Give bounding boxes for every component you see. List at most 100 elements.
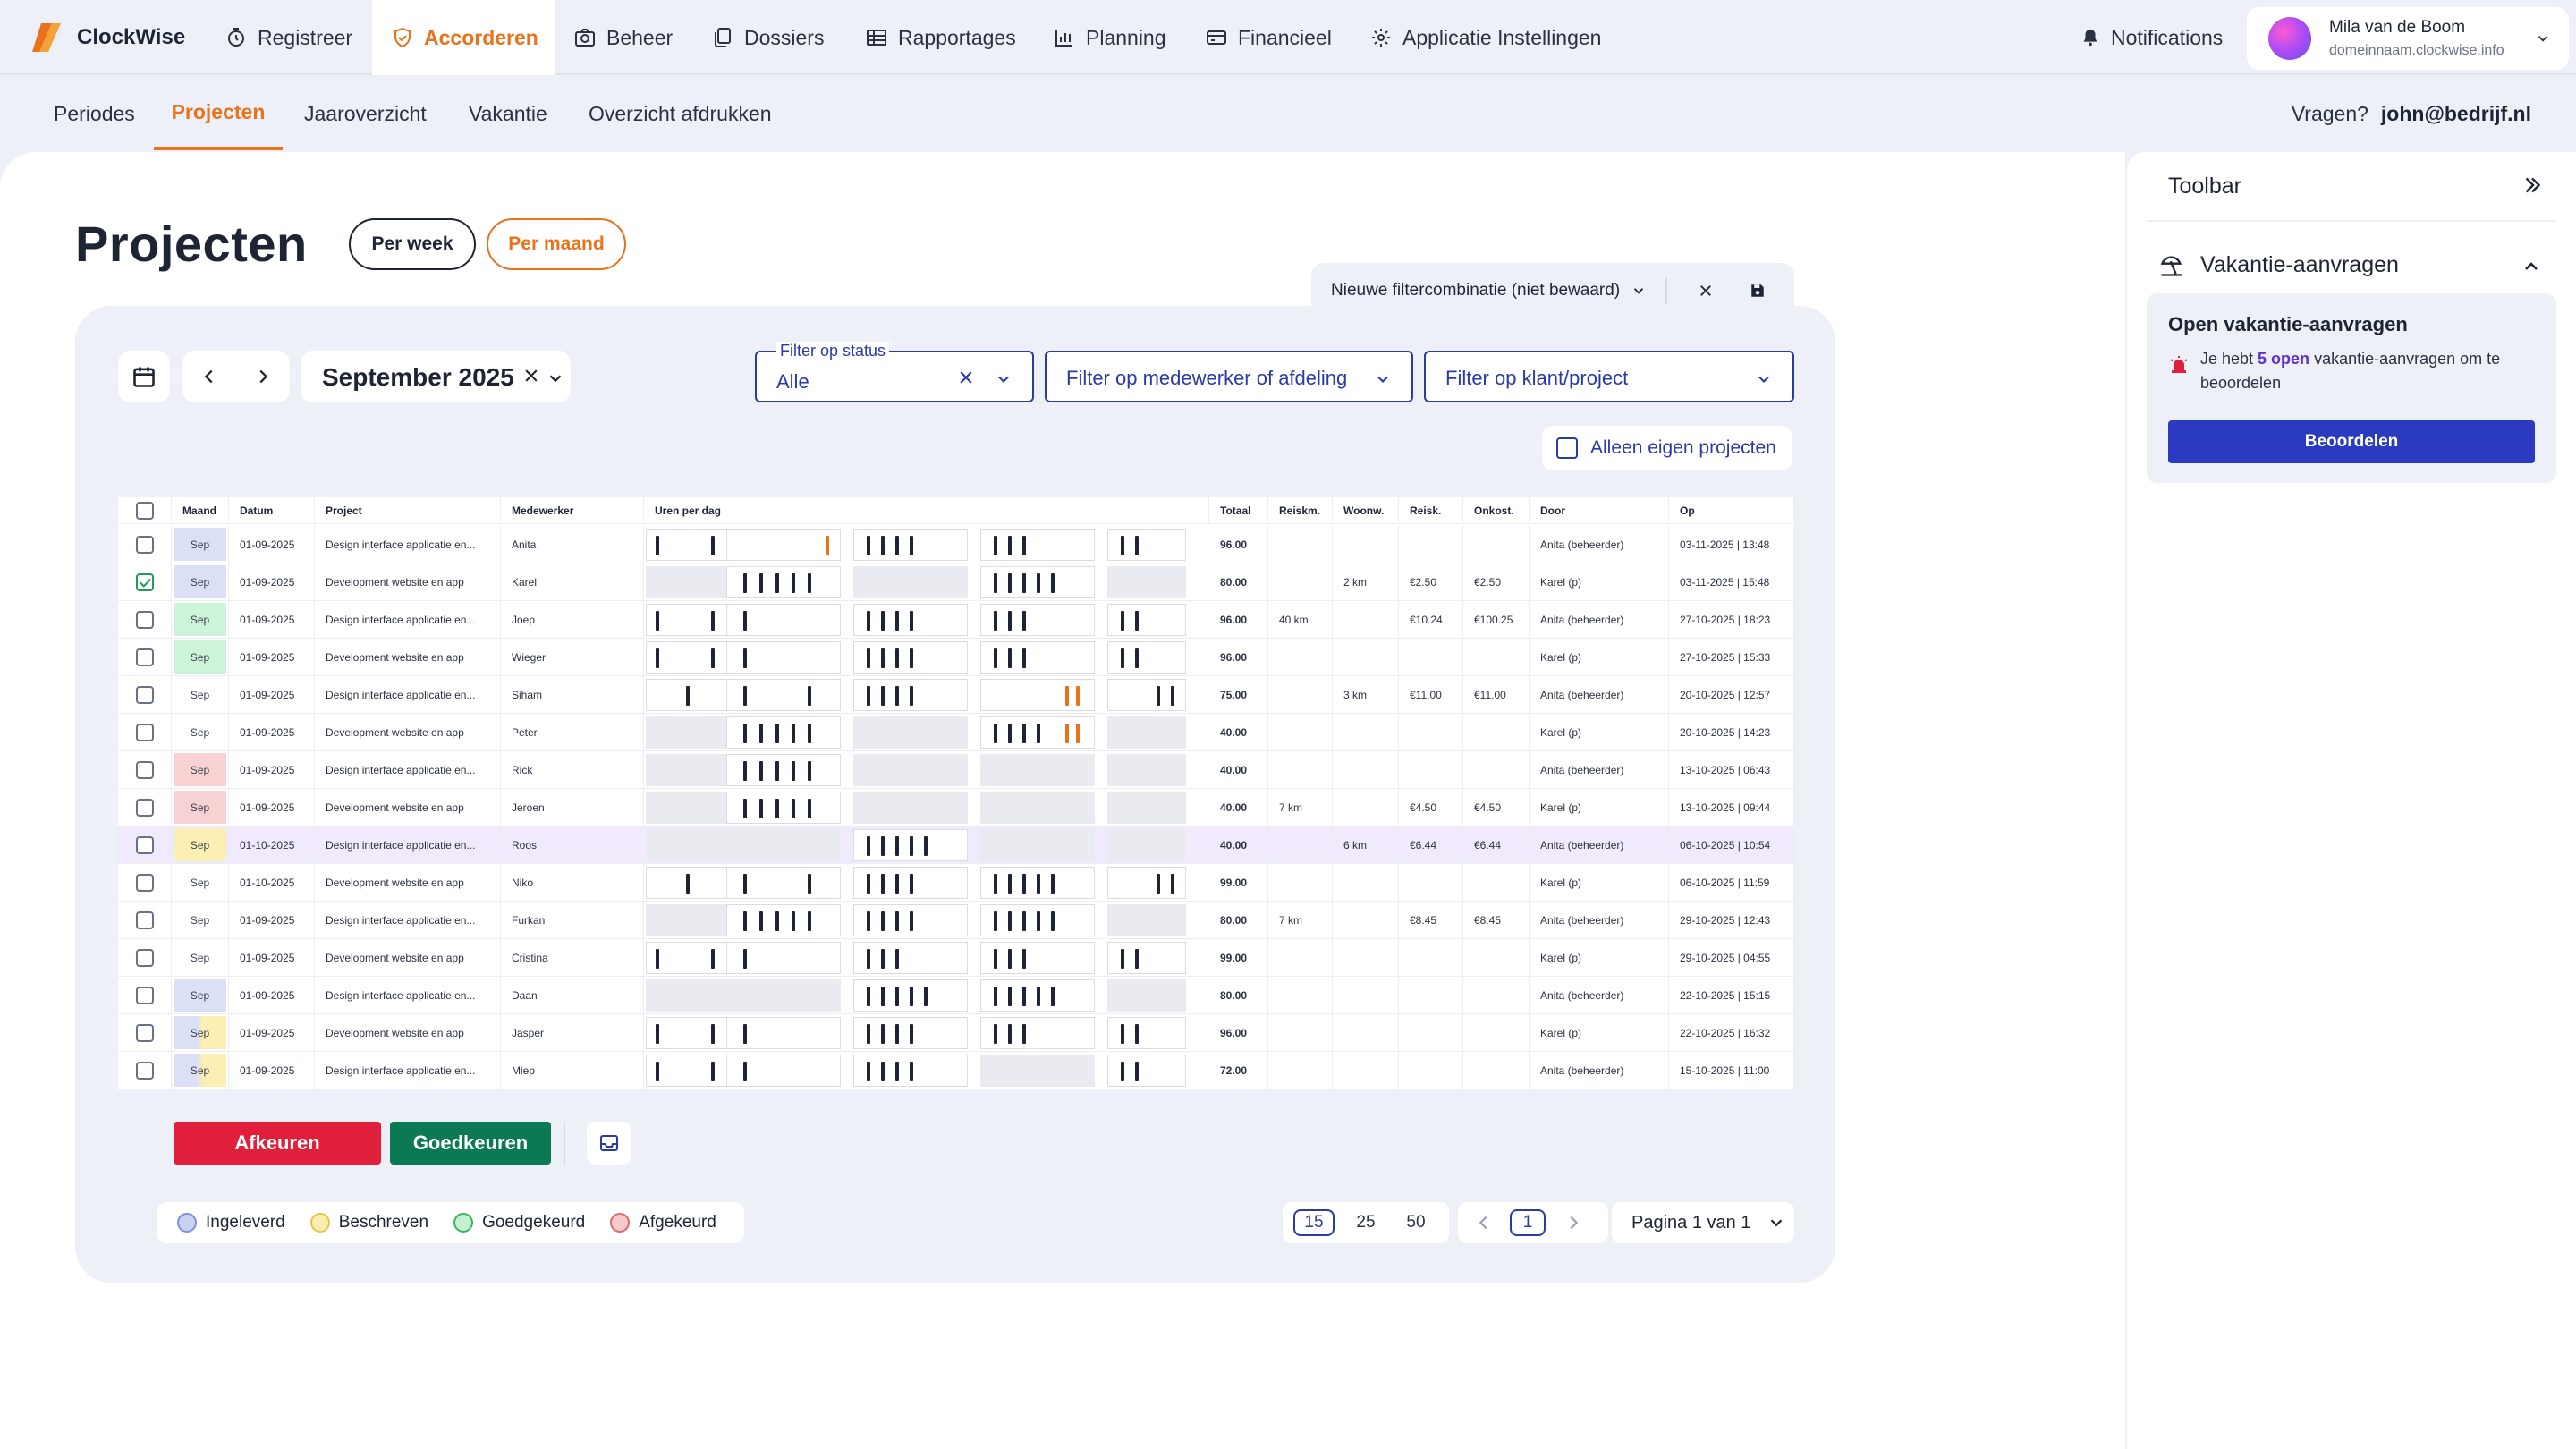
app-logo[interactable]: ClockWise <box>29 20 185 55</box>
filter-combination-select[interactable]: Nieuwe filtercombinatie (niet bewaard) <box>1331 281 1647 301</box>
woonw-cell <box>1343 751 1399 788</box>
nav-item-planning[interactable]: Planning <box>1054 0 1166 75</box>
row-checkbox[interactable] <box>135 873 154 892</box>
tab-jaaroverzicht[interactable]: Jaaroverzicht <box>304 77 427 150</box>
reisk-cell <box>1410 977 1463 1013</box>
own-projects-toggle[interactable]: Alleen eigen projecten <box>1542 426 1792 470</box>
calendar-button[interactable] <box>118 351 170 402</box>
chevron-left-icon[interactable] <box>1474 1213 1494 1233</box>
hours-bar <box>1135 648 1139 668</box>
table-row[interactable]: Sep 01-09-2025 Design interface applicatie… <box>118 1052 1794 1089</box>
hours-bar <box>895 686 899 706</box>
row-checkbox[interactable] <box>135 798 154 817</box>
own-projects-checkbox[interactable] <box>1556 437 1578 459</box>
status-filter[interactable]: Filter op status Alle <box>755 342 1034 402</box>
row-checkbox[interactable] <box>135 760 154 779</box>
nav-item-beheer[interactable]: Beheer <box>574 0 673 75</box>
project-cell: Design interface applicatie en... <box>326 977 501 1013</box>
nav-item-dossiers[interactable]: Dossiers <box>712 0 824 75</box>
current-page-button[interactable]: 1 <box>1510 1209 1546 1236</box>
table-row[interactable]: Sep 01-09-2025 Development website en app J… <box>118 789 1794 826</box>
save-filter-combination-button[interactable] <box>1744 277 1771 304</box>
chevron-left-icon[interactable] <box>199 367 219 386</box>
maand-cell: Sep <box>172 676 229 713</box>
collapse-toolbar-icon[interactable] <box>2521 174 2544 197</box>
hours-bar <box>1022 611 1026 631</box>
nav-item-financieel[interactable]: Financieel <box>1206 0 1332 75</box>
approve-button[interactable]: Goedkeuren <box>390 1122 551 1165</box>
shield-check-icon <box>394 27 411 48</box>
close-icon[interactable] <box>522 367 540 385</box>
notifications-button[interactable]: Notifications <box>2080 0 2223 75</box>
row-checkbox[interactable] <box>135 986 154 1004</box>
row-checkbox[interactable] <box>135 723 154 741</box>
table-row[interactable]: Sep 01-10-2025 Design interface applicatie… <box>118 826 1794 864</box>
hours-bar <box>743 1024 747 1044</box>
table-row[interactable]: Sep 01-10-2025 Development website en app N… <box>118 864 1794 902</box>
chevron-up-icon[interactable] <box>2521 256 2542 277</box>
status-filter-value: Alle <box>776 370 809 393</box>
hours-bar <box>775 799 779 818</box>
table-row[interactable]: Sep 01-09-2025 Development website en app J… <box>118 1014 1794 1052</box>
reiskm-cell <box>1279 939 1333 976</box>
clear-filter-combination-button[interactable] <box>1692 277 1719 304</box>
table-row[interactable]: Sep 01-09-2025 Design interface applicatie… <box>118 977 1794 1014</box>
chevron-right-icon[interactable] <box>253 367 273 386</box>
nav-item-rapportages[interactable]: Rapportages <box>866 0 1016 75</box>
onkost-cell: €100.25 <box>1474 601 1530 638</box>
tab-projecten[interactable]: Projecten <box>154 77 283 150</box>
user-menu[interactable]: Mila van de Boom domeinnaam.clockwise.in… <box>2247 7 2569 70</box>
hours-bar <box>775 724 779 743</box>
row-checkbox[interactable] <box>135 572 154 591</box>
inbox-button[interactable] <box>587 1122 631 1165</box>
vacation-requests-section-header[interactable]: Vakantie-aanvragen <box>2159 252 2399 278</box>
table-row[interactable]: Sep 01-09-2025 Development website en app W… <box>118 639 1794 676</box>
employee-filter[interactable]: Filter op medewerker of afdeling <box>1045 351 1413 402</box>
nav-item-registreer[interactable]: Registreer <box>225 0 352 75</box>
page-select[interactable]: Pagina 1 van 1 <box>1612 1202 1794 1243</box>
row-checkbox[interactable] <box>135 685 154 704</box>
tab-periodes[interactable]: Periodes <box>54 77 135 150</box>
table-row[interactable]: Sep 01-09-2025 Design interface applicatie… <box>118 526 1794 564</box>
page-size-option[interactable]: 25 <box>1345 1209 1386 1236</box>
table-row[interactable]: Sep 01-09-2025 Design interface applicatie… <box>118 751 1794 789</box>
close-icon[interactable] <box>957 369 975 386</box>
chevron-down-icon <box>998 376 1009 383</box>
period-select[interactable]: September 2025 <box>301 351 571 402</box>
view-per-week-button[interactable]: Per week <box>349 218 476 270</box>
page-size-option[interactable]: 15 <box>1293 1209 1335 1236</box>
table-row[interactable]: Sep 01-09-2025 Development website en app P… <box>118 714 1794 751</box>
week-hours-block <box>646 904 730 936</box>
row-checkbox[interactable] <box>135 911 154 929</box>
row-checkbox[interactable] <box>135 535 154 554</box>
tab-overzicht-afdrukken[interactable]: Overzicht afdrukken <box>589 77 772 150</box>
row-checkbox[interactable] <box>135 1023 154 1042</box>
legend-label: Beschreven <box>338 1213 429 1232</box>
tab-label: Periodes <box>54 101 135 125</box>
row-checkbox[interactable] <box>135 948 154 967</box>
nav-item-applicatie-instellingen[interactable]: Applicatie Instellingen <box>1370 0 1601 75</box>
row-checkbox[interactable] <box>135 835 154 854</box>
maand-cell: Sep <box>172 639 229 675</box>
tab-vakantie[interactable]: Vakantie <box>469 77 547 150</box>
datum-cell: 01-09-2025 <box>240 601 315 638</box>
table-row[interactable]: Sep 01-09-2025 Design interface applicatie… <box>118 676 1794 714</box>
page-size-option[interactable]: 50 <box>1395 1209 1436 1236</box>
row-checkbox[interactable] <box>135 1061 154 1080</box>
table-row[interactable]: Sep 01-09-2025 Design interface applicatie… <box>118 601 1794 639</box>
row-checkbox[interactable] <box>135 610 154 629</box>
reject-button[interactable]: Afkeuren <box>174 1122 381 1165</box>
onkost-cell: €6.44 <box>1474 826 1530 863</box>
row-checkbox[interactable] <box>135 648 154 666</box>
hours-bar <box>1135 1024 1139 1044</box>
nav-item-accorderen[interactable]: Accorderen <box>372 0 555 75</box>
questions-email-link[interactable]: john@bedrijf.nl <box>2381 102 2531 126</box>
table-row[interactable]: Sep 01-09-2025 Design interface applicatie… <box>118 902 1794 939</box>
chevron-right-icon[interactable] <box>1563 1213 1583 1233</box>
select-all-checkbox[interactable] <box>135 501 154 520</box>
client-project-filter[interactable]: Filter op klant/project <box>1424 351 1794 402</box>
table-row[interactable]: Sep 01-09-2025 Development website en app K… <box>118 564 1794 601</box>
table-row[interactable]: Sep 01-09-2025 Development website en app C… <box>118 939 1794 977</box>
review-button[interactable]: Beoordelen <box>2168 420 2535 463</box>
view-per-maand-button[interactable]: Per maand <box>487 218 626 270</box>
